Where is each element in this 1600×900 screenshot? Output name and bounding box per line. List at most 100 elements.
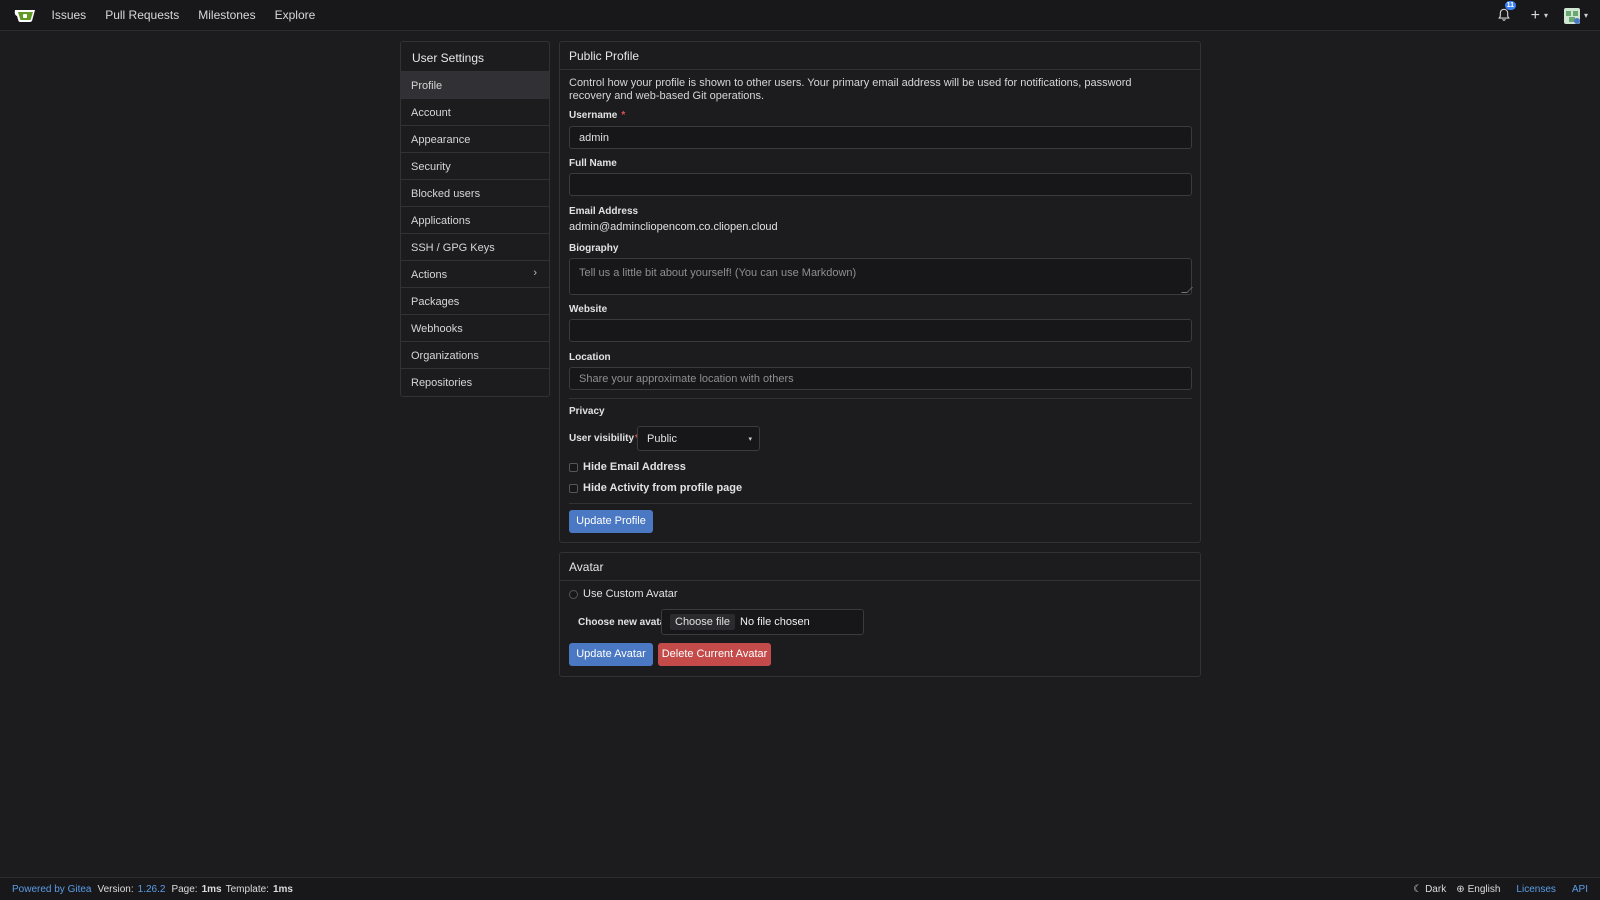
use-custom-avatar-radio[interactable]: Use Custom Avatar [569,588,678,600]
moon-icon: ☾ [1413,884,1423,895]
user-avatar-menu[interactable]: ▾ [1563,7,1588,24]
plus-icon: + [1530,6,1540,24]
email-value: admin@admincliopencom.co.cliopen.cloud [569,221,778,233]
radio-circle[interactable] [569,589,578,599]
nav-milestones[interactable]: Milestones [189,8,265,22]
sidebar-item-label: Packages [411,296,460,308]
sidebar-item-label: Actions [411,269,448,281]
sidebar-item-webhooks[interactable]: Webhooks [401,315,549,342]
version-link[interactable]: 1.26.2 [138,884,166,895]
biography-label: Biography [569,243,619,254]
divider [569,398,1192,399]
top-navbar: Issues Pull Requests Milestones Explore … [0,0,1600,31]
powered-by-link[interactable]: Powered by Gitea [12,884,92,895]
public-profile-panel: Public Profile Control how your profile … [559,41,1201,543]
visibility-selected-value: Public [647,433,677,445]
fullname-input[interactable] [569,173,1192,196]
globe-icon: ⊕ [1456,884,1465,895]
profile-description: Control how your profile is shown to oth… [569,77,1132,102]
nav-explore[interactable]: Explore [265,8,325,22]
hide-activity-label: Hide Activity from profile page [583,482,743,494]
file-status: No file chosen [740,616,810,628]
theme-label: Dark [1425,884,1447,895]
sidebar-item-label: Security [411,161,451,173]
create-new-menu[interactable]: + ▾ [1531,7,1548,25]
caret-down-icon: ▾ [1543,11,1548,20]
visibility-label-text: User visibility [569,433,635,444]
avatar-panel: Avatar Use Custom Avatar Choose new avat… [559,552,1201,677]
website-label: Website [569,304,608,315]
location-label: Location [569,352,611,363]
avatar-file-input[interactable]: Choose file No file chosen [661,609,864,635]
sidebar-title: User Settings [401,42,549,72]
username-label: Username * [569,110,625,121]
website-input[interactable] [569,319,1192,342]
sidebar-item-actions[interactable]: Actions › [401,261,549,288]
location-input[interactable]: Share your approximate location with oth… [569,367,1192,390]
required-marker: * [621,110,626,121]
panel-title: Avatar [560,553,1200,581]
sidebar-item-label: SSH / GPG Keys [411,242,495,254]
update-avatar-button[interactable]: Update Avatar [569,643,653,666]
language-selector[interactable]: ⊕ English [1456,884,1500,895]
biography-placeholder: Tell us a little bit about yourself! (Yo… [579,267,857,279]
sidebar-item-ssh-gpg-keys[interactable]: SSH / GPG Keys [401,234,549,261]
fullname-label: Full Name [569,158,617,169]
sidebar-item-security[interactable]: Security [401,153,549,180]
sidebar-item-label: Repositories [411,377,473,389]
checkbox-box[interactable] [569,462,578,472]
theme-selector[interactable]: ☾ Dark [1413,884,1446,895]
avatar [1563,7,1580,24]
sidebar-item-packages[interactable]: Packages [401,288,549,315]
sidebar-item-label: Account [411,107,451,119]
sidebar-item-label: Webhooks [411,323,463,335]
version-label: Version: [97,884,134,895]
sidebar-item-appearance[interactable]: Appearance [401,126,549,153]
update-profile-button[interactable]: Update Profile [569,510,653,533]
checkbox-box[interactable] [569,483,578,493]
nav-pull-requests[interactable]: Pull Requests [96,8,189,22]
hide-email-label: Hide Email Address [583,461,686,473]
notification-count-badge: 11 [1504,0,1517,10]
visibility-select[interactable]: Public ▾ [637,426,760,451]
divider [569,503,1192,504]
username-label-text: Username [569,110,618,121]
email-label: Email Address [569,206,639,217]
gitea-logo-icon[interactable] [14,7,36,23]
visibility-label: User visibility* [569,433,639,444]
caret-down-icon: ▾ [748,436,752,443]
sidebar-item-label: Applications [411,215,471,227]
sidebar-item-label: Appearance [411,134,471,146]
settings-sidebar: User Settings Profile Account Appearance… [400,41,550,397]
hide-activity-checkbox[interactable]: Hide Activity from profile page [569,482,742,494]
sidebar-item-blocked-users[interactable]: Blocked users [401,180,549,207]
nav-issues[interactable]: Issues [42,8,96,22]
chevron-right-icon: › [533,267,537,279]
delete-avatar-button[interactable]: Delete Current Avatar [658,643,771,666]
sidebar-item-label: Organizations [411,350,479,362]
sidebar-item-organizations[interactable]: Organizations [401,342,549,369]
language-label: English [1467,884,1501,895]
resize-handle-icon[interactable] [1181,287,1193,293]
template-time-label: Template: [225,884,269,895]
licenses-link[interactable]: Licenses [1516,884,1555,895]
choose-file-button[interactable]: Choose file [670,614,736,630]
username-input[interactable]: admin [569,126,1192,149]
hide-email-checkbox[interactable]: Hide Email Address [569,461,686,473]
panel-title: Public Profile [560,42,1200,70]
page-time-value: 1ms [201,884,222,895]
choose-avatar-label: Choose new avatar [578,617,670,628]
page-time-label: Page: [171,884,198,895]
sidebar-item-account[interactable]: Account [401,99,549,126]
api-link[interactable]: API [1572,884,1588,895]
biography-textarea[interactable]: Tell us a little bit about yourself! (Yo… [569,258,1193,295]
sidebar-item-repositories[interactable]: Repositories [401,369,549,396]
notifications-bell-icon[interactable]: 11 [1497,0,1517,24]
caret-down-icon: ▾ [1583,11,1588,20]
privacy-heading: Privacy [569,406,605,417]
sidebar-item-profile[interactable]: Profile [401,72,549,99]
sidebar-item-label: Profile [411,80,443,92]
page-footer: Powered by Gitea Version: 1.26.2 Page: 1… [0,877,1600,900]
sidebar-item-applications[interactable]: Applications [401,207,549,234]
template-time-value: 1ms [272,884,293,895]
